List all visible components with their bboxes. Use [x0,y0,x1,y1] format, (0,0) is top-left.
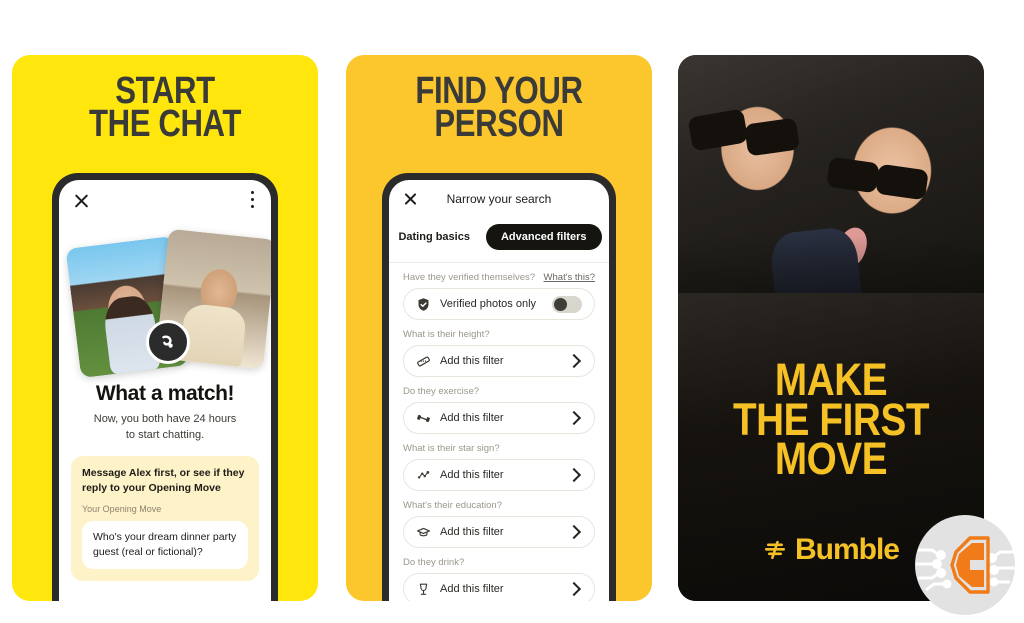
search-screen-topbar: Narrow your search [389,180,609,218]
shield-check-icon [416,297,431,312]
more-vertical-icon[interactable] [251,191,255,209]
add-filter-label: Add this filter [440,412,504,424]
bumble-bee-badge-icon [146,320,190,364]
verified-photos-label: Verified photos only [440,298,537,310]
filter-section-star-sign: What is their star sign? Add this filter [389,434,609,491]
add-filter-label: Add this filter [440,583,504,595]
panel-1-phone-screen: What a match! Now, you both have 24 hour… [59,180,271,601]
panel-1-phone-mockup: What a match! Now, you both have 24 hour… [52,173,278,601]
add-filter-button[interactable]: Add this filter [403,516,595,548]
filter-tabs: Dating basics Advanced filters [389,218,609,263]
close-icon[interactable] [73,192,90,209]
filter-section-height: What is their height? Add this filter [389,320,609,377]
filter-question: Do they drink? [403,557,465,568]
ruler-icon [416,354,431,369]
filter-question: What is their star sign? [403,443,500,454]
sunglasses-right-b [875,163,929,201]
verified-photos-toggle[interactable] [552,295,582,313]
add-filter-label: Add this filter [440,526,504,538]
verified-photos-toggle-row[interactable]: Verified photos only [403,288,595,320]
bumble-bee-logo-icon [763,538,787,562]
opening-move-card: Message Alex first, or see if they reply… [71,455,259,582]
filter-question: What's their education? [403,500,502,511]
chevron-right-icon [566,524,582,540]
sunglasses-left-b [744,117,800,157]
close-icon[interactable] [403,191,418,206]
opening-move-label: Your Opening Move [82,503,162,514]
panel-2-phone-screen: Narrow your search Dating basics Advance… [389,180,609,601]
verified-section: Have they verified themselves? What's th… [389,263,609,320]
match-title: What a match! [95,382,235,405]
tab-dating-basics[interactable]: Dating basics [396,224,472,250]
add-filter-button[interactable]: Add this filter [403,459,595,491]
dumbbell-icon [416,411,431,426]
match-photo-cards [59,224,271,379]
filter-section-exercise: Do they exercise? Add this filter [389,377,609,434]
search-screen-title: Narrow your search [446,192,552,206]
screenshot-stage: START THE CHAT What a match! Now, you bo… [0,0,1024,622]
add-filter-button[interactable]: Add this filter [403,345,595,377]
sunglasses-left [687,108,749,152]
panel-find-your-person: FIND YOUR PERSON Narrow your search Dati… [346,55,652,601]
opening-move-message: Message Alex first, or see if they reply… [82,466,245,494]
verified-question: Have they verified themselves? [403,272,536,283]
whats-this-link[interactable]: What's this? [544,272,595,283]
filter-section-drink: Do they drink? Add this filter [389,548,609,601]
chevron-right-icon [566,410,582,426]
add-filter-label: Add this filter [440,469,504,481]
wine-glass-icon [416,582,431,597]
constellation-icon [416,468,431,483]
chevron-right-icon [566,467,582,483]
panel-start-the-chat: START THE CHAT What a match! Now, you bo… [12,55,318,601]
graduation-cap-icon [416,525,431,540]
panel-2-phone-mockup: Narrow your search Dating basics Advance… [382,173,616,601]
tab-advanced-filters[interactable]: Advanced filters [485,224,602,250]
panel-3-headline: MAKE THE FIRST MOVE [732,354,930,485]
filter-question: Do they exercise? [403,386,480,397]
hexagon-e-logo-watermark [912,512,1018,618]
panel-2-headline: FIND YOUR PERSON [415,70,583,145]
chevron-right-icon [566,353,582,369]
sunglasses-right [826,156,880,194]
opening-move-prompt[interactable]: Who's your dream dinner party guest (rea… [82,520,248,570]
chevron-right-icon [566,581,582,597]
add-filter-button[interactable]: Add this filter [403,402,595,434]
match-screen-topbar [59,180,271,222]
panel-1-headline: START THE CHAT [89,70,241,145]
filter-section-education: What's their education? Add this filter [389,491,609,548]
add-filter-button[interactable]: Add this filter [403,573,595,601]
add-filter-label: Add this filter [440,355,504,367]
bumble-wordmark: Bumble [794,533,900,566]
filter-question: What is their height? [403,329,490,340]
match-subtitle: Now, you both have 24 hours to start cha… [93,413,237,441]
